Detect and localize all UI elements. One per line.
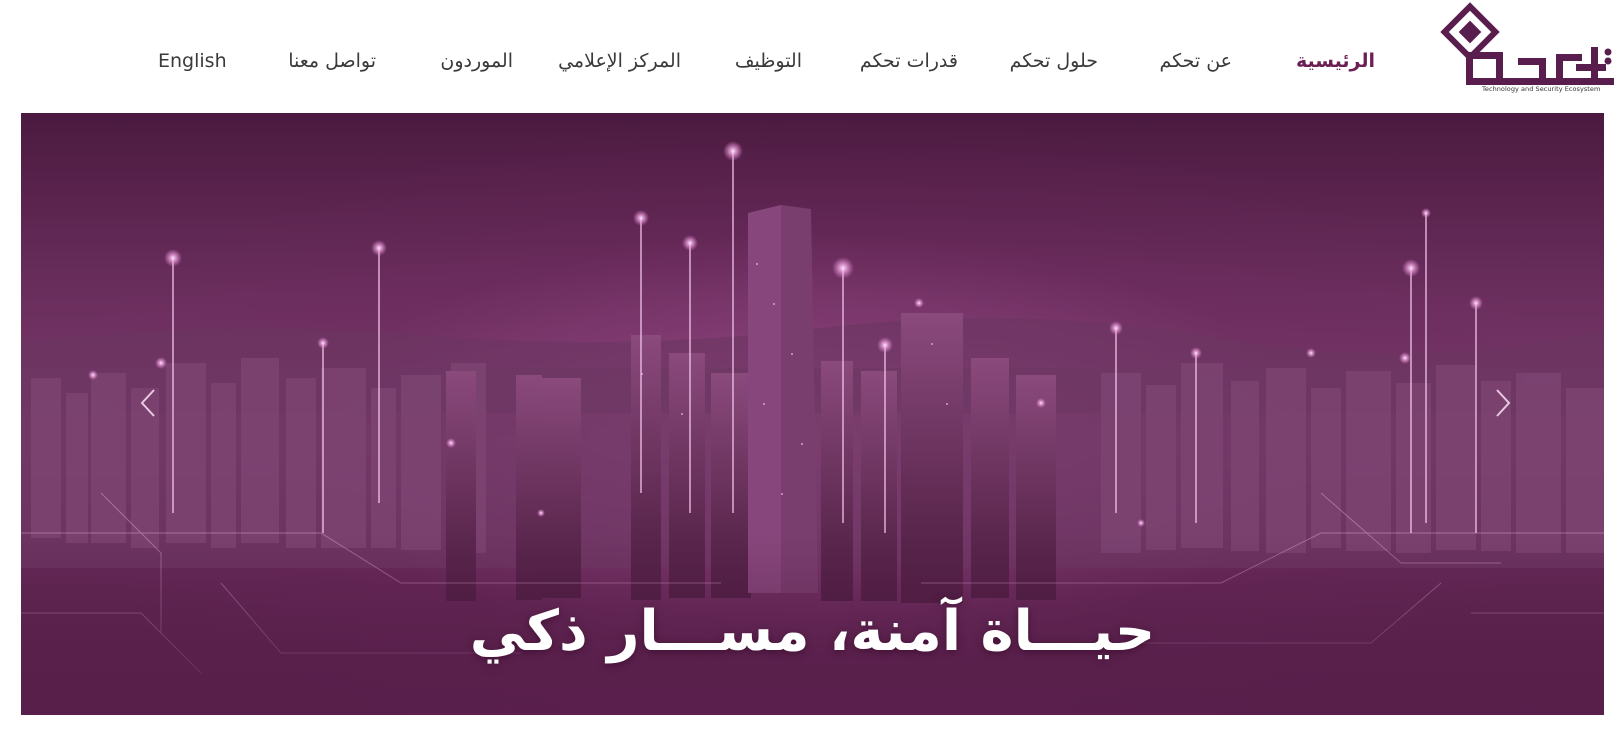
logo-mark-icon (1440, 2, 1614, 85)
nav-suppliers[interactable]: الموردون (440, 50, 513, 72)
nav-capabilities[interactable]: قدرات تحكم (860, 50, 958, 72)
nav-about[interactable]: عن تحكم (1159, 50, 1232, 72)
nav-home[interactable]: الرئيسية (1296, 50, 1375, 72)
hero-slider: حيـــاة آمنة، مســـار ذكي (21, 113, 1604, 715)
logo-tagline: Technology and Security Ecosystem (1482, 85, 1601, 93)
nav-media-center[interactable]: المركز الإعلامي (558, 50, 681, 72)
hero-title: حيـــاة آمنة، مســـار ذكي (469, 599, 1156, 664)
chevron-left-icon (140, 389, 155, 417)
brand-logo[interactable] (1436, 2, 1618, 98)
nav-contact[interactable]: تواصل معنا (288, 50, 376, 72)
slider-prev-button[interactable] (133, 381, 163, 425)
nav-solutions[interactable]: حلول تحكم (1010, 50, 1098, 72)
chevron-right-icon (1496, 389, 1511, 417)
slider-next-button[interactable] (1488, 381, 1518, 425)
nav-careers[interactable]: التوظيف (735, 50, 802, 72)
site-header: Technology and Security Ecosystem الرئيس… (0, 0, 1621, 113)
nav-language-english[interactable]: English (158, 50, 227, 72)
